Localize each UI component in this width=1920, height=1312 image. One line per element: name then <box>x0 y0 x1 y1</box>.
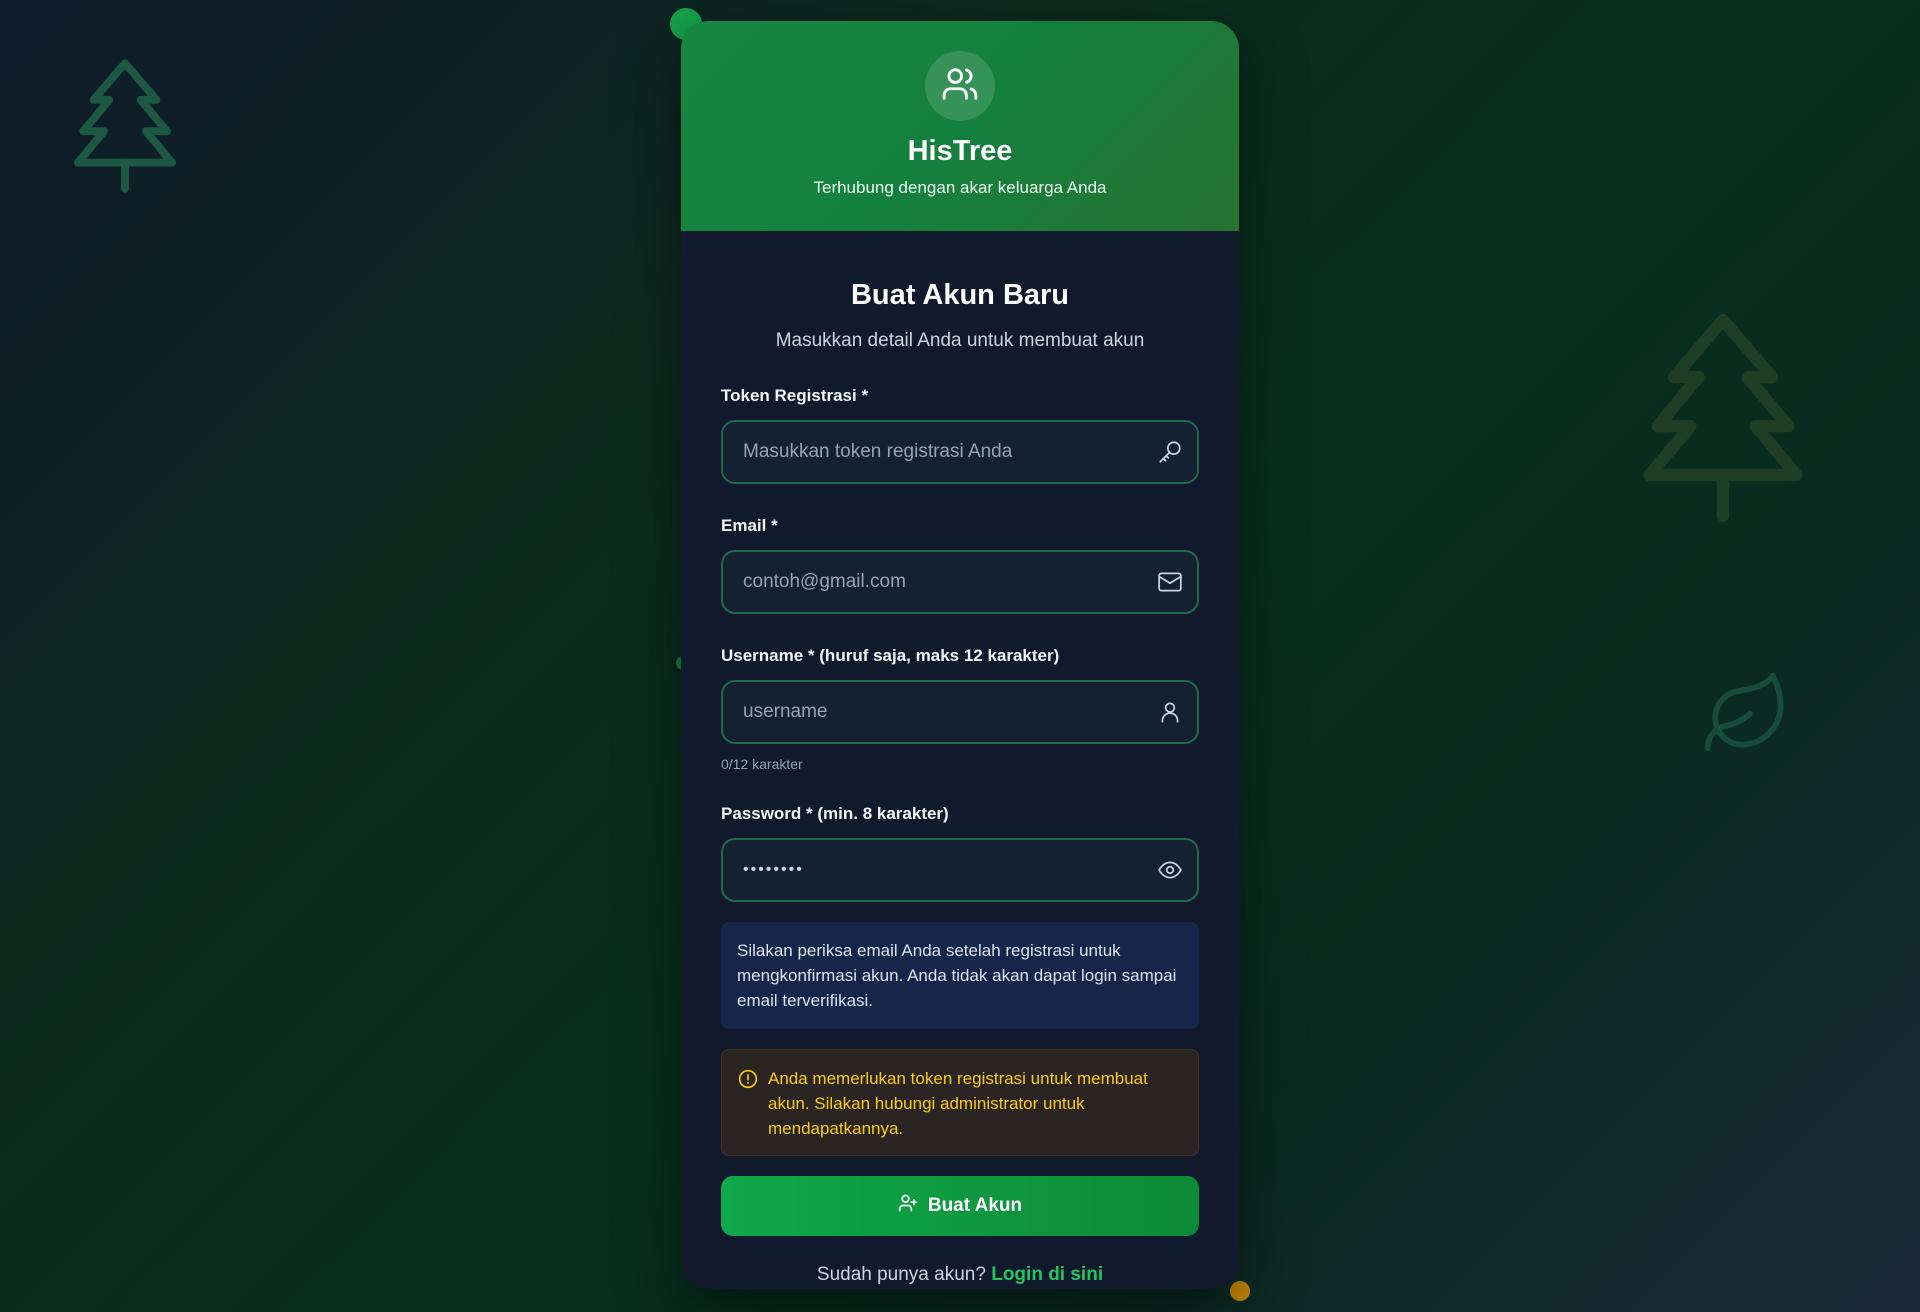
login-prompt-text: Sudah punya akun? <box>816 1264 986 1285</box>
login-link[interactable]: Login di sini <box>991 1264 1103 1285</box>
token-warning-text: Anda memerlukan token registrasi untuk m… <box>768 1069 1148 1138</box>
leaf-decoration-icon <box>1700 668 1792 760</box>
email-verification-notice: Silakan periksa email Anda setelah regis… <box>721 922 1199 1029</box>
user-icon <box>1157 699 1183 725</box>
username-label: Username * (huruf saja, maks 12 karakter… <box>721 646 1060 665</box>
token-input[interactable] <box>723 422 1197 482</box>
tree-decoration-icon <box>62 58 188 194</box>
page-subtitle: Masukkan detail Anda untuk membuat akun <box>775 330 1145 351</box>
email-field: Email * <box>721 516 1199 614</box>
email-input[interactable] <box>723 552 1197 612</box>
brand-name: HisTree <box>907 135 1013 167</box>
create-account-label: Buat Akun <box>927 1195 1023 1216</box>
register-card: HisTree Terhubung dengan akar keluarga A… <box>681 21 1239 1289</box>
login-prompt: Sudah punya akun? Login di sini <box>721 1264 1199 1286</box>
email-label: Email * <box>721 516 778 535</box>
username-input[interactable] <box>723 682 1197 742</box>
eye-icon[interactable] <box>1157 857 1183 883</box>
token-label: Token Registrasi * <box>721 386 869 405</box>
password-input-wrapper[interactable]: •••••••• <box>721 838 1199 902</box>
token-input-wrapper <box>721 420 1199 484</box>
password-input[interactable]: •••••••• <box>743 861 804 879</box>
user-plus-icon <box>898 1193 918 1219</box>
email-input-wrapper <box>721 550 1199 614</box>
brand-tagline: Terhubung dengan akar keluarga Anda <box>813 178 1107 197</box>
username-input-wrapper <box>721 680 1199 744</box>
username-char-counter: 0/12 karakter <box>721 756 803 772</box>
logo <box>925 51 995 121</box>
username-field: Username * (huruf saja, maks 12 karakter… <box>721 646 1199 772</box>
password-field: Password * (min. 8 karakter) •••••••• <box>721 804 1199 902</box>
key-icon <box>1157 439 1183 465</box>
password-label: Password * (min. 8 karakter) <box>721 804 949 823</box>
create-account-button[interactable]: Buat Akun <box>721 1176 1199 1236</box>
users-icon <box>941 65 979 108</box>
card-header: HisTree Terhubung dengan akar keluarga A… <box>681 21 1239 231</box>
tree-decoration-icon <box>1625 308 1821 528</box>
page-title: Buat Akun Baru <box>850 279 1070 311</box>
register-form: Buat Akun Baru Masukkan detail Anda untu… <box>681 231 1239 1286</box>
token-warning: Anda memerlukan token registrasi untuk m… <box>721 1049 1199 1156</box>
token-field: Token Registrasi * <box>721 386 1199 484</box>
mail-icon <box>1157 569 1183 595</box>
alert-circle-icon <box>738 1066 758 1141</box>
decorative-dot <box>1230 1281 1250 1301</box>
